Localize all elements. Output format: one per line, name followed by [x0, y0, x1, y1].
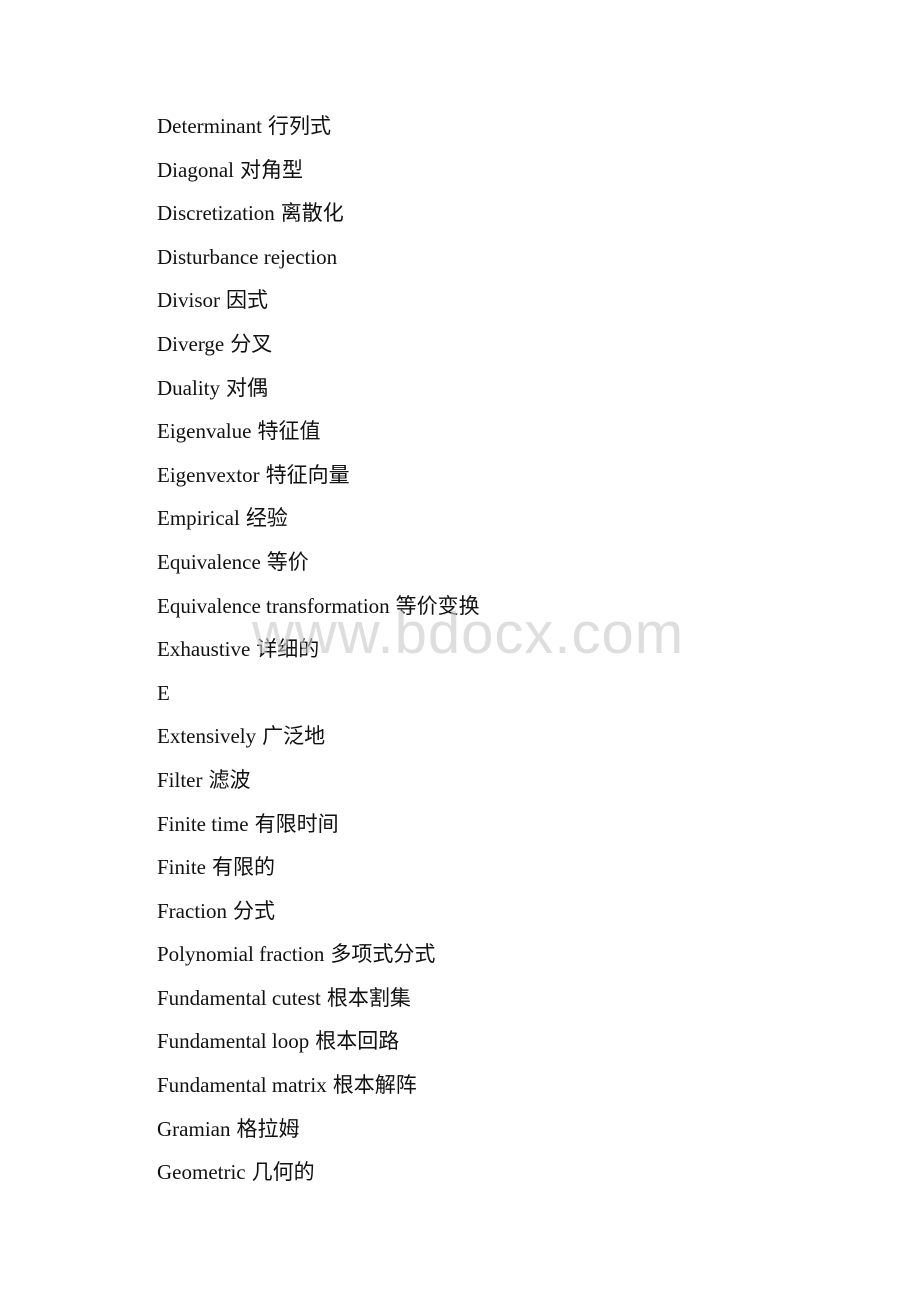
term-chinese: 等价变换	[395, 593, 480, 618]
term-chinese: 有限时间	[254, 811, 339, 836]
term-chinese: 根本割集	[326, 985, 411, 1010]
term-english: Gramian	[157, 1116, 231, 1141]
term-english: Fraction	[157, 898, 227, 923]
glossary-entry: Determinant 行列式	[157, 111, 480, 155]
glossary-entry: Eigenvalue 特征值	[157, 416, 480, 460]
term-chinese: 离散化	[280, 201, 344, 226]
document-page: Determinant 行列式 Diagonal 对角型 Discretizatio…	[0, 0, 920, 1302]
term-english: Fundamental matrix	[157, 1073, 327, 1098]
glossary-entry: Extensively 广泛地	[157, 721, 480, 765]
term-chinese: 滤波	[208, 767, 251, 792]
term-english: Finite	[157, 855, 207, 880]
glossary-entry: Duality 对偶	[157, 373, 480, 417]
glossary-entry: Disturbance rejection	[157, 242, 480, 286]
term-chinese: 经验	[245, 506, 288, 531]
glossary-entry: Divisor 因式	[157, 285, 480, 329]
term-chinese: 有限的	[212, 855, 276, 880]
term-english: Diverge	[157, 331, 225, 356]
term-chinese: 详细的	[256, 637, 320, 662]
term-english: Equivalence	[157, 549, 261, 574]
glossary-entry: Fundamental cutest 根本割集	[157, 983, 480, 1027]
term-chinese: 几何的	[251, 1160, 315, 1185]
term-chinese: 对偶	[226, 375, 268, 400]
glossary-entry: Exhaustive 详细的	[157, 634, 480, 678]
term-chinese: 分叉	[230, 331, 273, 356]
term-english: Empirical	[157, 506, 240, 531]
glossary-entry: Equivalence 等价	[157, 547, 480, 591]
term-english: Determinant	[157, 114, 262, 138]
term-chinese: 特征值	[257, 419, 321, 444]
term-chinese: 广泛地	[262, 724, 326, 749]
term-english: Fundamental loop	[157, 1029, 310, 1054]
glossary-entry: Eigenvextor 特征向量	[157, 460, 480, 504]
term-english: Finite time	[157, 811, 249, 836]
glossary-entry: Fraction 分式	[157, 896, 480, 940]
term-english: Geometric	[157, 1160, 246, 1185]
glossary-entry: Geometric 几何的	[157, 1157, 480, 1201]
glossary-entry: Gramian 格拉姆	[157, 1114, 480, 1158]
glossary-entry: E	[157, 678, 480, 722]
term-chinese: 格拉姆	[236, 1116, 300, 1141]
term-english: Eigenvextor	[157, 462, 260, 487]
glossary-entry: Finite 有限的	[157, 852, 480, 896]
term-english: Polynomial fraction	[157, 942, 325, 967]
term-english: Equivalence transformation	[157, 593, 390, 618]
term-english: Diagonal	[157, 157, 234, 182]
term-chinese: 多项式分式	[330, 942, 436, 967]
term-english: Exhaustive	[157, 637, 251, 662]
glossary-entry: Diagonal 对角型	[157, 155, 480, 199]
term-english: Discretization	[157, 201, 275, 226]
glossary-entry: Fundamental matrix 根本解阵	[157, 1070, 480, 1114]
glossary-entry: Diverge 分叉	[157, 329, 480, 373]
term-chinese: 分式	[232, 898, 275, 923]
glossary-entry: Discretization 离散化	[157, 198, 480, 242]
glossary-entry: Fundamental loop 根本回路	[157, 1026, 480, 1070]
glossary-entry: Equivalence transformation 等价变换	[157, 591, 480, 635]
glossary-entry: Polynomial fraction 多项式分式	[157, 939, 480, 983]
term-chinese: 等价	[266, 549, 309, 574]
term-english: Filter	[157, 767, 203, 792]
term-chinese: 对角型	[239, 157, 303, 182]
glossary-entry: Empirical 经验	[157, 503, 480, 547]
term-chinese: 根本回路	[315, 1029, 400, 1054]
term-english: E	[157, 680, 170, 705]
term-english: Divisor	[157, 288, 220, 313]
term-english: Duality	[157, 375, 220, 400]
glossary-entry: Finite time 有限时间	[157, 809, 480, 853]
term-english: Extensively	[157, 724, 257, 749]
term-english: Eigenvalue	[157, 419, 252, 444]
term-chinese: 因式	[226, 288, 268, 313]
term-chinese: 特征向量	[265, 462, 350, 487]
term-chinese: 根本解阵	[332, 1073, 417, 1098]
term-chinese: 行列式	[267, 114, 331, 138]
glossary-entry: Filter 滤波	[157, 765, 480, 809]
glossary-term-list: Determinant 行列式 Diagonal 对角型 Discretizatio…	[157, 111, 480, 1201]
term-english: Disturbance rejection	[157, 244, 338, 269]
term-english: Fundamental cutest	[157, 985, 321, 1010]
